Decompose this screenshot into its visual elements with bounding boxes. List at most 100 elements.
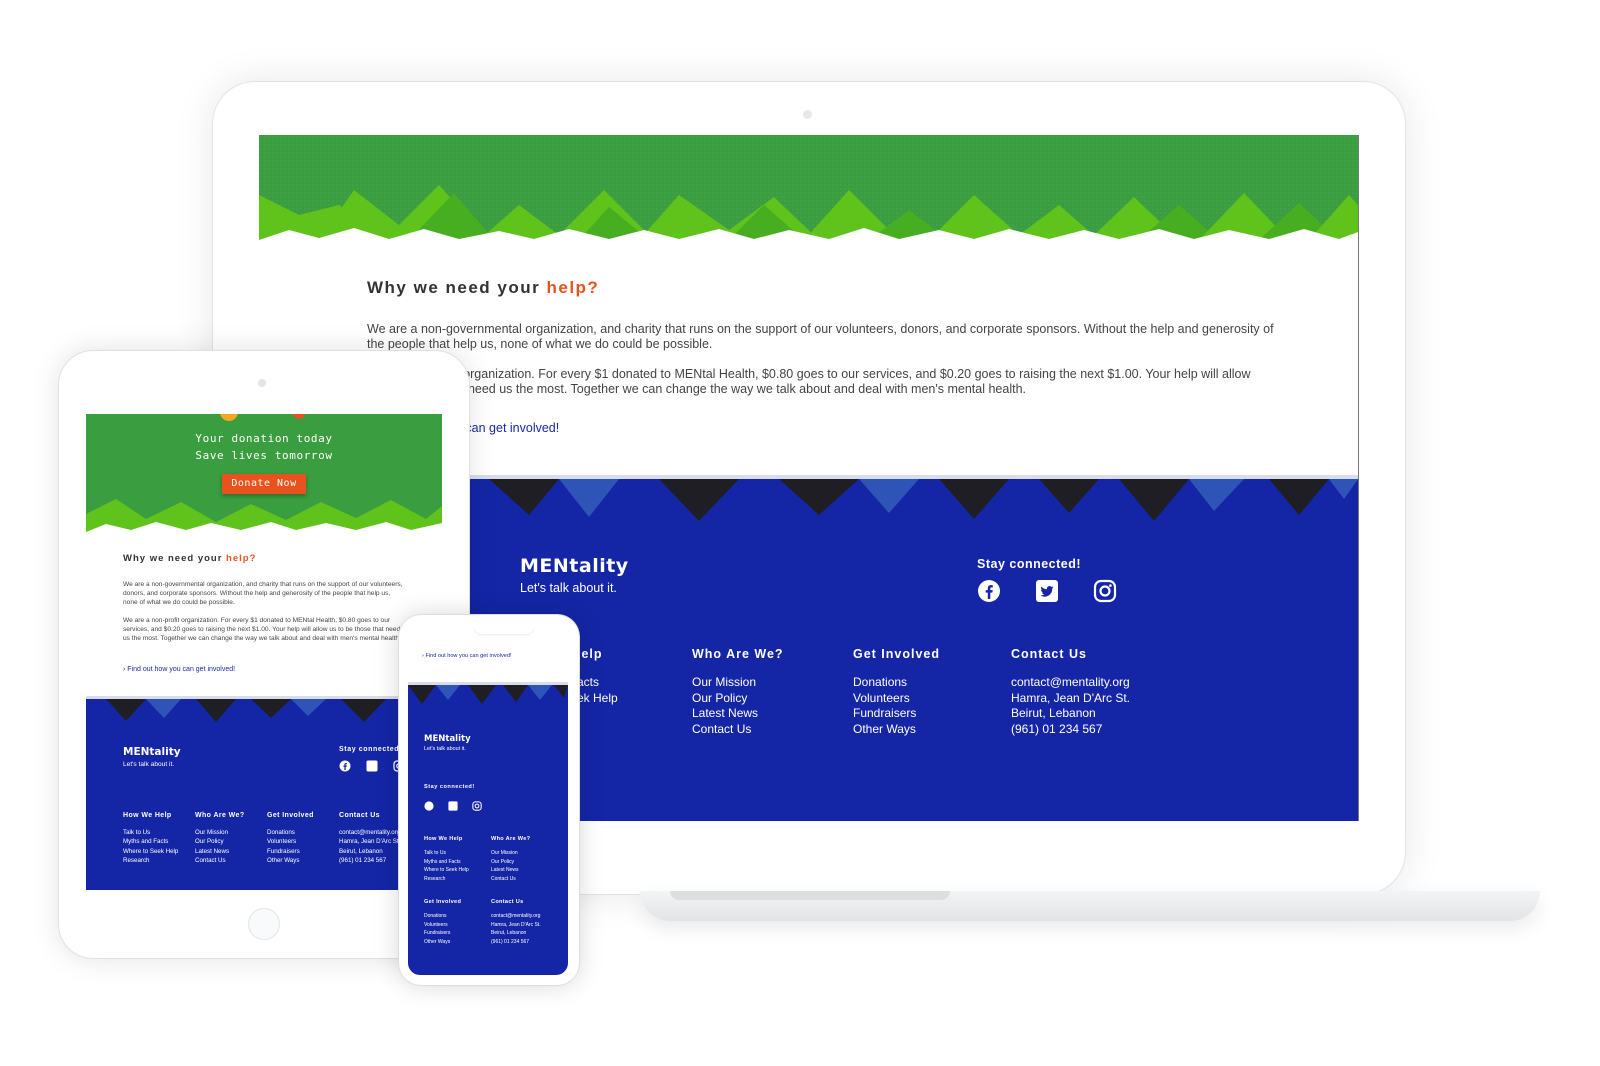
footer-col-who-are-we: Who Are We? Our Mission Our Policy Lates…	[692, 647, 784, 737]
footer-link[interactable]: Myths and Facts	[123, 837, 178, 846]
footer-link[interactable]: acts	[577, 675, 618, 691]
footer-col-title: How We Help	[424, 836, 463, 842]
contact-email[interactable]: contact@mentality.org	[491, 912, 541, 921]
footer-link[interactable]: Talk to Us	[424, 849, 469, 858]
facebook-icon[interactable]	[424, 798, 434, 816]
footer-link[interactable]: Donations	[267, 828, 314, 837]
phone-col-who-are-we: Who Are We? Our Mission Our Policy Lates…	[491, 836, 530, 883]
footer-link[interactable]: Our Mission	[491, 849, 530, 858]
footer-col-title: Get Involved	[267, 812, 314, 819]
phone-brand-tagline: Let's talk about it.	[424, 746, 466, 752]
footer-link[interactable]: Our Mission	[692, 675, 784, 691]
twitter-icon[interactable]	[448, 798, 458, 816]
footer-link[interactable]: Contact Us	[195, 856, 245, 865]
footer-link[interactable]: Fundraisers	[853, 706, 940, 722]
footer-link[interactable]: Volunteers	[267, 837, 314, 846]
footer-link[interactable]: Fundraisers	[424, 929, 461, 938]
phone-stay-connected: Stay connected!	[424, 784, 475, 790]
tablet-social-links	[339, 759, 405, 777]
facebook-icon[interactable]	[977, 579, 1001, 608]
footer-link[interactable]: Research	[424, 875, 469, 884]
contact-phone[interactable]: (961) 01 234 567	[1011, 722, 1130, 738]
footer-col-title: Contact Us	[1011, 647, 1087, 661]
phone-footer-brand: MENtality Let's talk about it.	[424, 734, 471, 752]
footer-link[interactable]: Where to Seek Help	[424, 866, 469, 875]
footer-link[interactable]: Research	[123, 856, 178, 865]
instagram-icon[interactable]	[1093, 579, 1117, 608]
footer-col-title: Contact Us	[491, 899, 524, 905]
chevron-right-icon: ›	[123, 666, 126, 673]
footer-link[interactable]: Fundraisers	[267, 847, 314, 856]
phone-social-links	[424, 798, 482, 816]
brand-logo[interactable]: MENtality	[520, 555, 629, 577]
footer-link[interactable]: Volunteers	[424, 921, 461, 930]
footer-col-title: Who Are We?	[692, 647, 784, 661]
footer-link[interactable]: Contact Us	[491, 875, 530, 884]
footer-brand: MENtality Let's talk about it.	[520, 555, 629, 595]
footer-link[interactable]: Myths and Facts	[424, 858, 469, 867]
tablet-brand-logo[interactable]: MENtality	[123, 746, 181, 758]
phone-screen: › Find out how you can get involved! MEN…	[408, 626, 568, 975]
contact-city: Beirut, Lebanon	[1011, 706, 1096, 720]
tablet-heading: Why we need your help?	[123, 553, 257, 564]
footer-link[interactable]: Our Policy	[692, 691, 784, 707]
footer-link[interactable]: Donations	[853, 675, 940, 691]
tablet-hero-line-1: Your donation today	[195, 432, 333, 445]
laptop-camera	[803, 110, 812, 119]
tablet-col-get-involved: Get Involved Donations Volunteers Fundra…	[267, 812, 314, 865]
tablet-stay-connected: Stay connected	[339, 746, 400, 753]
twitter-icon[interactable]	[366, 759, 378, 777]
tablet-footer-brand: MENtality Let's talk about it.	[123, 746, 181, 768]
tablet-brand-tagline: Let's talk about it.	[123, 761, 175, 768]
footer-link[interactable]: Our Policy	[195, 837, 245, 846]
footer-link[interactable]: Contact Us	[692, 722, 784, 738]
footer-col-get-involved: Get Involved Donations Volunteers Fundra…	[853, 647, 940, 737]
brand-tagline: Let's talk about it.	[520, 581, 617, 595]
footer-link[interactable]: Other Ways	[267, 856, 314, 865]
phone-get-involved-link[interactable]: › Find out how you can get involved!	[422, 653, 512, 659]
contact-address: Hamra, Jean D'Arc St.	[491, 921, 541, 928]
footer-col-title: Who Are We?	[491, 836, 531, 842]
footer-link[interactable]: Latest News	[491, 866, 530, 875]
footer-col-how-we-help: lelp acts ek Help	[577, 647, 618, 706]
donate-now-button[interactable]: Donate Now	[222, 474, 306, 494]
contact-phone[interactable]: (961) 01 234 567	[339, 856, 400, 865]
contact-phone[interactable]: (961) 01 234 567	[491, 938, 541, 947]
tablet-get-involved-link[interactable]: › Find out how you can get involved!	[123, 666, 235, 673]
footer-link[interactable]: Latest News	[195, 847, 245, 856]
footer-link[interactable]: Donations	[424, 912, 461, 921]
footer-col-title: Who Are We?	[195, 812, 245, 819]
paragraph-1: We are a non-governmental organization, …	[367, 322, 1274, 351]
phone-col-get-involved: Get Involved Donations Volunteers Fundra…	[424, 899, 461, 946]
tablet-hero-banner: Your donation today Save lives tomorrow …	[86, 414, 442, 532]
tablet-col-contact-us: Contact Us contact@mentality.org Hamra, …	[339, 812, 400, 865]
contact-email[interactable]: contact@mentality.org	[1011, 675, 1130, 691]
contact-address: Hamra, Jean D'Arc St.	[339, 838, 401, 846]
phone-col-contact-us: Contact Us contact@mentality.org Hamra, …	[491, 899, 541, 946]
paragraph-2-line-1: fit organization. For every $1 donated t…	[450, 367, 1251, 381]
footer-link[interactable]: Our Policy	[491, 858, 530, 867]
twitter-icon[interactable]	[1035, 579, 1059, 608]
footer-link[interactable]: Where to Seek Help	[123, 847, 178, 856]
footer-link[interactable]: Other Ways	[424, 938, 461, 947]
phone-brand-logo[interactable]: MENtality	[424, 734, 471, 744]
footer-link[interactable]: Latest News	[692, 706, 784, 722]
footer-link[interactable]: ek Help	[577, 691, 618, 707]
footer-link[interactable]: Our Mission	[195, 828, 245, 837]
chevron-right-icon: ›	[422, 653, 424, 659]
instagram-icon[interactable]	[472, 798, 482, 816]
tablet-home-button	[248, 908, 280, 940]
facebook-icon[interactable]	[339, 759, 351, 777]
get-involved-link[interactable]: u can get involved!	[455, 421, 559, 435]
footer-link[interactable]: Talk to Us	[123, 828, 178, 837]
tablet-footer: MENtality Let's talk about it. Stay conn…	[86, 696, 442, 890]
contact-address: Hamra, Jean D'Arc St.	[1011, 690, 1130, 705]
paragraph-2-line-2: t need us the most. Together we can chan…	[461, 382, 1027, 396]
contact-email[interactable]: contact@mentality.org	[339, 828, 400, 837]
tablet-footer-triangles	[86, 696, 442, 722]
footer-col-title: Get Involved	[424, 899, 462, 905]
footer-col-title: Contact Us	[339, 812, 380, 819]
laptop-base-notch	[670, 891, 950, 900]
footer-link[interactable]: Other Ways	[853, 722, 940, 738]
footer-link[interactable]: Volunteers	[853, 691, 940, 707]
